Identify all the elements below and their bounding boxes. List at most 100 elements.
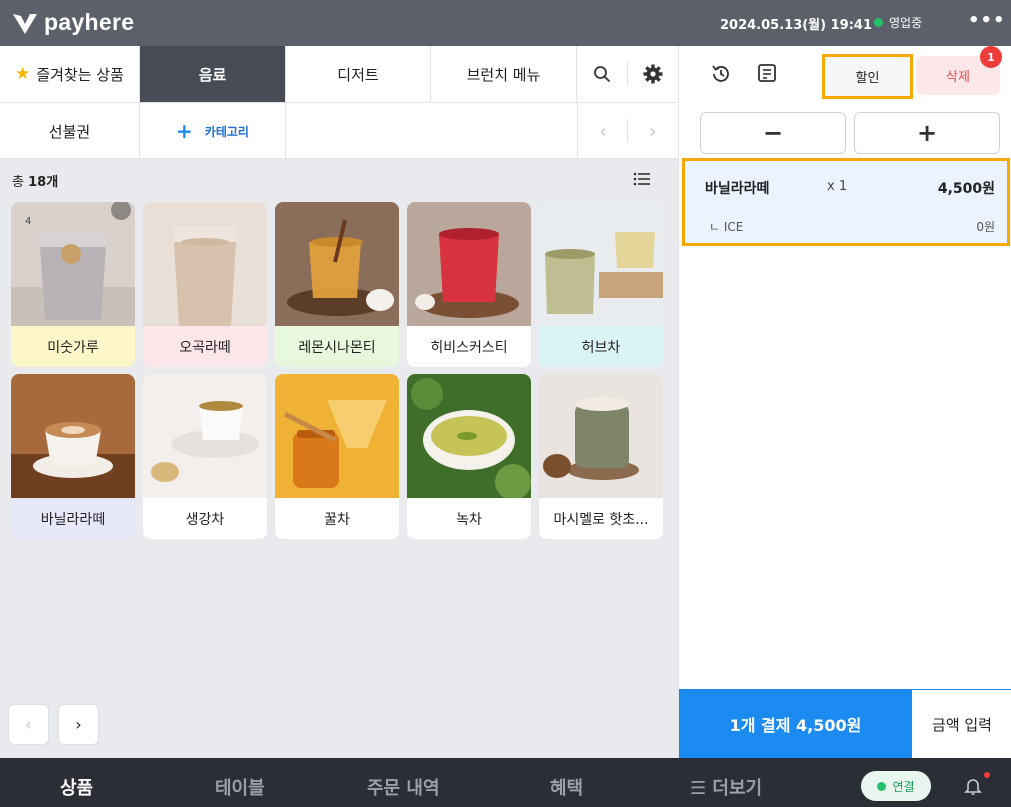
tab-brunch-label: 브런치 메뉴 <box>466 65 541 84</box>
product-card-vanilla-latte[interactable]: 바닐라라떼 <box>11 374 135 539</box>
status-dot-icon <box>874 18 883 27</box>
product-image <box>143 202 267 326</box>
product-card-grain-latte[interactable]: 오곡라떼 <box>143 202 267 367</box>
product-image <box>539 202 663 326</box>
star-icon: ★ <box>15 64 31 84</box>
order-item-option-price: 0원 <box>976 220 995 234</box>
order-line-item[interactable]: 바닐라라떼 x 1 4,500원 ㄴ ICE 0원 <box>682 158 1010 246</box>
history-button[interactable] <box>710 63 732 89</box>
nav-more-label: 더보기 <box>712 778 763 799</box>
product-card-ginger-tea[interactable]: 생강차 <box>143 374 267 539</box>
product-card-misutgaru[interactable]: 4 미숫가루 <box>11 202 135 367</box>
tab-drinks[interactable]: 음료 <box>140 46 286 102</box>
product-image <box>539 374 663 498</box>
nav-benefits[interactable]: 혜택 <box>550 774 583 800</box>
product-image <box>275 374 399 498</box>
tab-favorites-label: 즐겨찾는 상품 <box>36 65 124 84</box>
add-category-button[interactable]: + 카테고리 <box>140 103 286 159</box>
product-card-lemon-cinnamon-tea[interactable]: 레몬시나몬티 <box>275 202 399 367</box>
brand-name: payhere <box>44 9 135 35</box>
top-bar: payhere 2024.05.13(월) 19:41 영업중 ••• <box>0 0 1011 46</box>
plus-icon: + <box>176 119 193 143</box>
nav-more[interactable]: ☰ 더보기 <box>690 774 762 800</box>
order-item-quantity: x 1 <box>827 179 848 194</box>
order-item-price: 4,500원 <box>937 181 995 197</box>
order-item-option: ㄴ ICE <box>709 218 743 235</box>
product-image <box>407 202 531 326</box>
category-next-button[interactable]: › <box>628 103 678 159</box>
store-status-label: 영업중 <box>889 16 923 30</box>
decrease-quantity-button[interactable]: − <box>700 112 846 154</box>
product-card-honey-tea[interactable]: 꿀차 <box>275 374 399 539</box>
notification-dot <box>984 772 990 778</box>
tab-drinks-label: 음료 <box>198 65 227 84</box>
product-name: 녹차 <box>407 498 531 539</box>
notification-badge: 1 <box>980 46 1002 68</box>
product-image <box>11 374 135 498</box>
memo-icon <box>758 64 776 82</box>
add-category-label: 카테고리 <box>204 124 249 139</box>
page-prev-button[interactable]: ‹ <box>8 704 49 745</box>
product-name: 레몬시나몬티 <box>275 326 399 367</box>
settings-button[interactable] <box>628 46 678 102</box>
delete-button-label: 삭제 <box>946 70 970 85</box>
bell-icon <box>964 779 982 795</box>
tab-desserts-label: 디저트 <box>337 65 379 84</box>
product-count-prefix: 총 <box>12 175 24 190</box>
nav-products[interactable]: 상품 <box>60 774 93 800</box>
current-datetime: 2024.05.13(월) 19:41 <box>720 18 872 33</box>
list-view-button[interactable] <box>633 171 651 191</box>
chevron-right-icon: › <box>649 120 657 142</box>
nav-order-history[interactable]: 주문 내역 <box>367 774 440 800</box>
order-panel: 할인 삭제 1 − + 바닐라라떼 x 1 4,500원 ㄴ ICE 0원 1개… <box>678 46 1011 758</box>
hamburger-icon: ☰ <box>690 778 713 799</box>
product-count: 총 18개 <box>12 171 58 190</box>
order-item-name: 바닐라라떼 <box>705 181 770 197</box>
tab-brunch[interactable]: 브런치 메뉴 <box>431 46 577 102</box>
tab-desserts[interactable]: 디저트 <box>286 46 431 102</box>
option-branch-icon: ㄴ <box>709 220 724 234</box>
connection-status-button[interactable]: 연결 <box>861 771 931 801</box>
connection-dot-icon <box>877 781 887 791</box>
chevron-right-icon: › <box>75 715 82 734</box>
product-name: 미숫가루 <box>11 326 135 367</box>
tab-prepaid[interactable]: 선불권 <box>0 103 140 159</box>
gear-icon <box>643 64 663 84</box>
more-menu-icon[interactable]: ••• <box>968 10 1006 31</box>
category-tabs: ★ 즐겨찾는 상품 음료 디저트 브런치 메뉴 <box>0 46 678 103</box>
connection-label: 연결 <box>892 779 915 794</box>
list-icon <box>633 172 650 186</box>
tab-prepaid-label: 선불권 <box>48 122 91 141</box>
product-card-herb-tea[interactable]: 허브차 <box>539 202 663 367</box>
amount-input-button[interactable]: 금액 입력 <box>912 689 1011 758</box>
discount-button-label: 할인 <box>855 71 880 86</box>
product-image <box>407 374 531 498</box>
nav-tables[interactable]: 테이블 <box>215 774 265 800</box>
product-name: 오곡라떼 <box>143 326 267 367</box>
page-next-button[interactable]: › <box>58 704 99 745</box>
notifications-button[interactable] <box>963 776 983 800</box>
discount-button[interactable]: 할인 <box>822 54 913 99</box>
increase-quantity-button[interactable]: + <box>854 112 1000 154</box>
payhere-logo-icon <box>13 13 37 34</box>
chevron-left-icon: ‹ <box>25 715 32 734</box>
product-card-hibiscus-tea[interactable]: 히비스커스티 <box>407 202 531 367</box>
chevron-left-icon: ‹ <box>599 120 607 142</box>
product-name: 마시멜로 핫초... <box>539 498 663 539</box>
product-card-marshmallow-hot-chocolate[interactable]: 마시멜로 핫초... <box>539 374 663 539</box>
order-item-option-name: ICE <box>723 220 744 234</box>
memo-button[interactable] <box>757 63 777 87</box>
product-count-value: 18개 <box>28 175 59 190</box>
bottom-nav: 상품 테이블 주문 내역 혜택 ☰ 더보기 연결 <box>0 758 1011 807</box>
pay-button[interactable]: 1개 결제 4,500원 <box>679 689 912 758</box>
category-tabs-row2: 선불권 + 카테고리 ‹ › <box>0 103 678 159</box>
tab-favorites[interactable]: ★ 즐겨찾는 상품 <box>0 46 140 102</box>
product-image <box>143 374 267 498</box>
product-card-green-tea[interactable]: 녹차 <box>407 374 531 539</box>
category-prev-button[interactable]: ‹ <box>578 103 628 159</box>
product-name: 생강차 <box>143 498 267 539</box>
store-status: 영업중 <box>874 14 922 31</box>
search-button[interactable] <box>577 46 627 102</box>
brand-logo: payhere <box>12 9 134 36</box>
product-image <box>275 202 399 326</box>
